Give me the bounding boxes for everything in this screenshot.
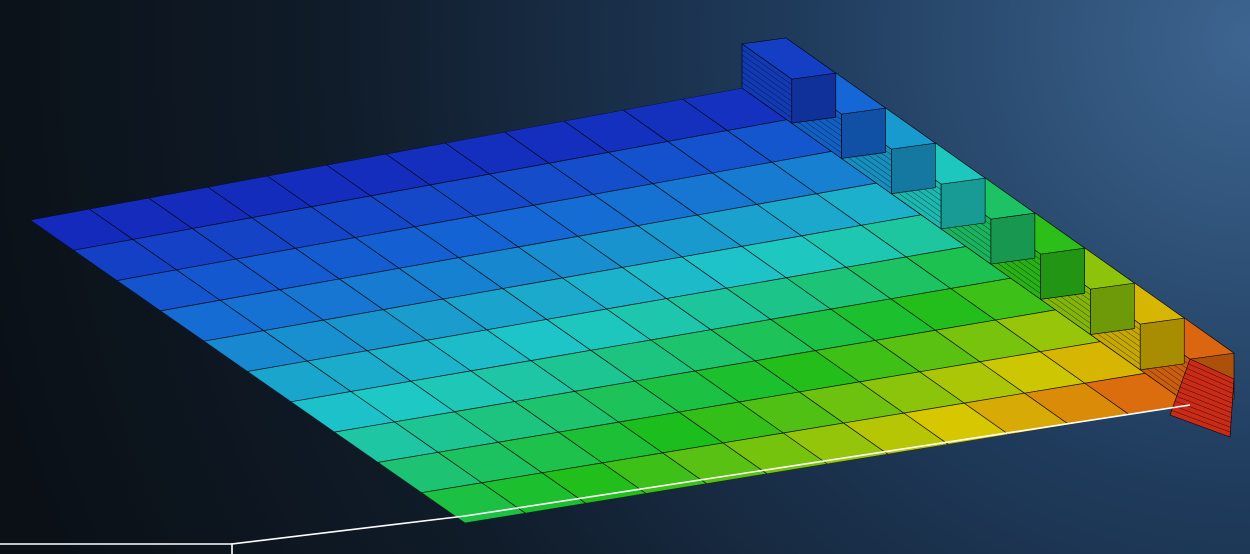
wall-riser <box>1090 282 1135 335</box>
fem-contour-plot[interactable] <box>0 0 1250 554</box>
wall-riser <box>891 142 936 195</box>
wall-riser <box>940 177 986 230</box>
wall-riser <box>791 72 837 124</box>
wall-riser <box>1040 247 1085 300</box>
wall-riser <box>841 107 886 159</box>
wall-riser <box>990 212 1036 265</box>
3d-viewport[interactable] <box>0 0 1250 554</box>
wall-riser <box>1139 317 1185 371</box>
